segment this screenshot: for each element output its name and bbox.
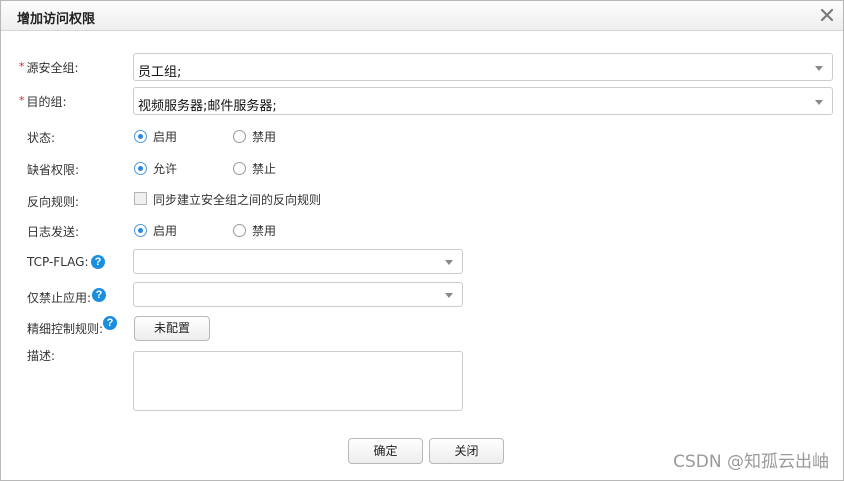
status-label: 状态: [27, 131, 56, 145]
radio-checked-icon [134, 130, 147, 143]
close-button[interactable]: 关闭 [429, 438, 504, 464]
help-icon[interactable]: ? [103, 316, 117, 330]
status-disable-text: 禁用 [252, 130, 277, 144]
source-group-label: * 源安全组: [19, 59, 79, 76]
radio-unchecked-icon [233, 224, 246, 237]
source-group-select[interactable]: 员工组; [133, 53, 833, 81]
default-allow-text: 允许 [153, 162, 178, 176]
chevron-down-icon [445, 260, 453, 265]
required-marker: * [19, 60, 25, 73]
add-access-permission-dialog: 增加访问权限 * 源安全组: 员工组; * 目的组: 视频服务器;邮件服务器; 状态… [0, 0, 844, 481]
status-disable-radio[interactable]: 禁用 [233, 128, 276, 145]
deny-app-select[interactable] [133, 282, 463, 307]
watermark: CSDN @知孤云出岫 [673, 452, 829, 472]
log-enable-text: 启用 [153, 224, 178, 238]
log-enable-radio[interactable]: 启用 [134, 222, 177, 239]
required-marker: * [19, 94, 25, 107]
dialog-title: 增加访问权限 [17, 12, 96, 27]
log-disable-text: 禁用 [252, 224, 277, 238]
radio-unchecked-icon [233, 130, 246, 143]
default-deny-text: 禁止 [252, 162, 277, 176]
radio-checked-icon [134, 162, 147, 175]
dest-group-value: 视频服务器;邮件服务器; [138, 99, 277, 114]
radio-unchecked-icon [233, 162, 246, 175]
source-group-value: 员工组; [138, 65, 182, 80]
ok-button[interactable]: 确定 [348, 438, 423, 464]
fine-control-config-button[interactable]: 未配置 [134, 316, 210, 341]
description-textarea[interactable] [133, 351, 463, 411]
reverse-rule-checkbox[interactable] [134, 192, 147, 205]
default-deny-radio[interactable]: 禁止 [233, 160, 276, 177]
reverse-rule-label: 反向规则: [27, 195, 80, 209]
status-enable-text: 启用 [153, 130, 178, 144]
log-send-label: 日志发送: [27, 225, 80, 239]
help-icon[interactable]: ? [92, 288, 106, 302]
log-disable-radio[interactable]: 禁用 [233, 222, 276, 239]
reverse-rule-checkbox-label: 同步建立安全组之间的反向规则 [153, 193, 322, 207]
radio-checked-icon [134, 224, 147, 237]
chevron-down-icon [445, 293, 453, 298]
help-icon[interactable]: ? [91, 255, 105, 269]
dest-group-select[interactable]: 视频服务器;邮件服务器; [133, 87, 833, 115]
description-label: 描述: [27, 349, 56, 363]
default-permission-label: 缺省权限: [27, 163, 80, 177]
dest-group-label: * 目的组: [19, 93, 67, 110]
close-icon[interactable] [818, 6, 836, 24]
tcp-flag-select[interactable] [133, 249, 463, 274]
source-group-label-text: 源安全组: [26, 61, 79, 75]
tcp-flag-label: TCP-FLAG: [27, 255, 89, 269]
dialog-titlebar: 增加访问权限 [1, 1, 843, 31]
dest-group-label-text: 目的组: [26, 95, 67, 109]
default-allow-radio[interactable]: 允许 [134, 160, 177, 177]
status-enable-radio[interactable]: 启用 [134, 128, 177, 145]
fine-control-label: 精细控制规则: [27, 322, 104, 336]
chevron-down-icon [815, 66, 823, 71]
deny-app-label: 仅禁止应用: [27, 291, 92, 305]
chevron-down-icon [815, 100, 823, 105]
